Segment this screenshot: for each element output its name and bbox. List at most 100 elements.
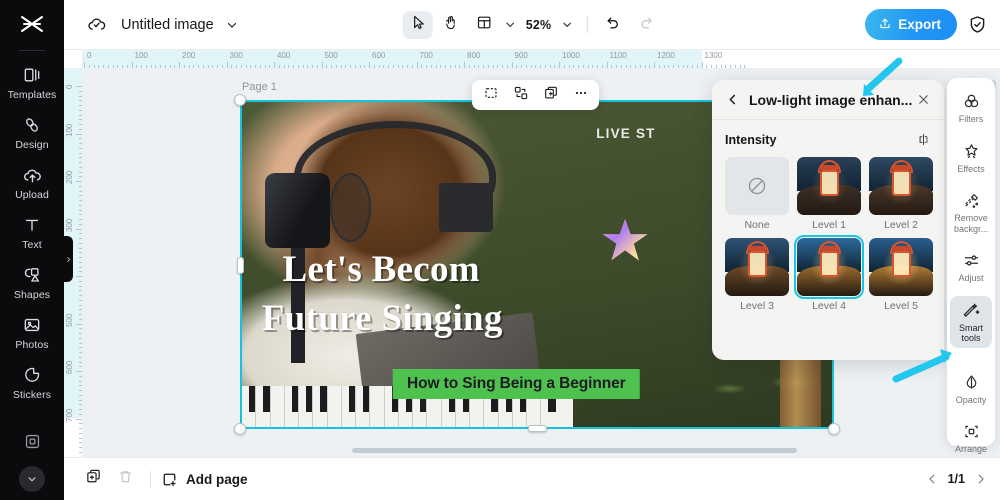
crop-button[interactable] xyxy=(477,83,504,107)
more-button[interactable] xyxy=(567,83,594,107)
intensity-level-3[interactable]: Level 3 xyxy=(725,238,789,312)
upload-icon xyxy=(878,16,892,33)
ruler-tick-label: 0 xyxy=(65,84,74,89)
ruler-tick-label: 300 xyxy=(229,51,243,60)
right-item-remove-background[interactable]: Remove backgr... xyxy=(950,186,992,238)
sidebar-item-text[interactable]: Text xyxy=(0,214,64,251)
ruler-tick xyxy=(179,62,180,68)
redo-button[interactable] xyxy=(631,11,661,39)
ruler-tick xyxy=(79,385,82,387)
zoom-level[interactable]: 52% xyxy=(522,18,556,32)
resize-handle-top-left[interactable] xyxy=(234,94,246,106)
duplicate-page-button[interactable] xyxy=(78,465,108,493)
ruler-tick xyxy=(416,62,418,68)
right-item-adjust[interactable]: Adjust xyxy=(950,246,992,288)
photo-earcup xyxy=(439,182,493,232)
piano-key-line xyxy=(298,385,300,428)
ruler-tick xyxy=(164,65,166,68)
right-item-smart-tools[interactable]: Smart tools xyxy=(950,295,992,348)
shield-check-icon[interactable] xyxy=(967,14,988,35)
select-tool-button[interactable] xyxy=(402,10,433,39)
chevron-down-icon[interactable] xyxy=(225,18,239,32)
sidebar-item-design[interactable]: Design xyxy=(0,114,64,151)
ruler-tick xyxy=(620,65,622,68)
ruler-tick xyxy=(573,65,575,68)
ruler-tick-label: 1200 xyxy=(657,51,675,60)
ruler-tick xyxy=(245,65,247,68)
right-item-effects[interactable]: Effects xyxy=(950,137,992,179)
lantern-preview xyxy=(869,238,933,296)
right-item-filters[interactable]: Filters xyxy=(950,87,992,129)
duplicate-page-icon xyxy=(85,468,102,490)
sidebar-drag-handle[interactable] xyxy=(64,236,73,282)
resize-handle-bottom-right[interactable] xyxy=(828,423,840,435)
resize-handle-bottom[interactable] xyxy=(528,425,547,432)
export-button[interactable]: Export xyxy=(865,9,957,40)
hand-tool-button[interactable] xyxy=(436,11,466,39)
ruler-tick xyxy=(79,337,82,339)
ruler-tick xyxy=(677,65,679,68)
shapes-icon xyxy=(21,264,43,286)
prev-page-button[interactable] xyxy=(925,472,939,486)
resize-handle-left[interactable] xyxy=(237,256,244,274)
replace-button[interactable] xyxy=(507,83,534,107)
low-light-enhance-panel: Low-light image enhan... Intensity None L xyxy=(712,80,944,360)
upload-cloud-icon xyxy=(21,164,43,186)
intensity-thumbnail xyxy=(725,238,789,296)
ruler-tick xyxy=(487,65,489,68)
close-icon[interactable] xyxy=(916,92,931,107)
sidebar-more[interactable] xyxy=(0,430,64,452)
ruler-tick xyxy=(715,65,717,68)
page-indicator: 1/1 xyxy=(947,472,965,486)
more-square-icon xyxy=(21,430,43,452)
ruler-tick xyxy=(79,451,82,453)
horizontal-scrollbar[interactable] xyxy=(352,448,797,453)
duplicate-button[interactable] xyxy=(537,83,564,107)
compare-split-icon[interactable] xyxy=(916,132,931,147)
ruler-tick xyxy=(79,143,82,144)
ruler-tick xyxy=(326,65,328,68)
sidebar-item-stickers[interactable]: Stickers xyxy=(0,364,64,401)
right-item-opacity[interactable]: Opacity xyxy=(950,368,992,410)
intensity-level-4[interactable]: Level 4 xyxy=(794,235,864,312)
ruler-tick xyxy=(112,65,114,68)
sidebar-item-upload[interactable]: Upload xyxy=(0,164,64,201)
ruler-tick xyxy=(141,65,142,68)
resize-handle-bottom-left[interactable] xyxy=(234,423,246,435)
right-item-label: Filters xyxy=(958,114,984,124)
zoom-chevron-down-icon[interactable] xyxy=(558,18,575,31)
ruler-tick xyxy=(103,65,104,68)
intensity-level-5[interactable]: Level 5 xyxy=(869,238,933,312)
delete-page-button[interactable] xyxy=(110,465,140,493)
right-item-label: Arrange xyxy=(954,444,988,454)
intensity-thumbnail xyxy=(725,157,789,215)
layout-tool-button[interactable] xyxy=(469,11,499,39)
cloud-save-icon[interactable] xyxy=(86,14,107,35)
ruler-tick xyxy=(107,65,109,68)
effects-icon xyxy=(961,141,982,162)
add-page-button[interactable]: Add page xyxy=(161,471,248,488)
layout-chevron-down-icon[interactable] xyxy=(502,18,519,31)
next-page-button[interactable] xyxy=(974,472,988,486)
undo-button[interactable] xyxy=(598,11,628,39)
sidebar-collapse-button[interactable] xyxy=(19,466,45,492)
sidebar-item-photos[interactable]: Photos xyxy=(0,314,64,351)
sidebar-item-shapes[interactable]: Shapes xyxy=(0,264,64,301)
capcut-logo[interactable] xyxy=(0,0,64,50)
intensity-thumbnail xyxy=(794,235,864,299)
sidebar-label: Upload xyxy=(15,189,49,201)
piano-key-line xyxy=(269,385,271,428)
ruler-tick xyxy=(440,65,442,68)
ruler-tick-label: 700 xyxy=(65,408,74,422)
horizontal-ruler[interactable]: 0 100 200 300 400 500 600 700 800 900 1000 1100 1200… xyxy=(82,50,1000,68)
chevron-left-icon[interactable] xyxy=(725,92,740,107)
right-item-arrange[interactable]: Arrange xyxy=(950,417,992,459)
intensity-level-2[interactable]: Level 2 xyxy=(869,157,933,231)
ruler-tick xyxy=(198,65,199,68)
sidebar-item-templates[interactable]: Templates xyxy=(0,64,64,101)
intensity-label: Intensity xyxy=(725,132,777,147)
no-effect-icon xyxy=(748,177,766,195)
intensity-level-0[interactable]: None xyxy=(725,157,789,231)
intensity-level-1[interactable]: Level 1 xyxy=(797,157,861,231)
document-title[interactable]: Untitled image xyxy=(121,17,214,33)
